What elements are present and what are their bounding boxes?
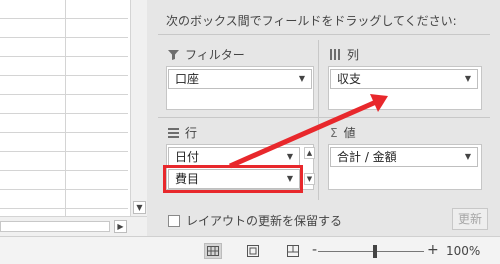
vertical-scrollbar[interactable]: ▼ <box>130 0 147 216</box>
scroll-down-button[interactable]: ▼ <box>133 201 146 214</box>
grid-view-icon <box>207 246 219 256</box>
defer-update-checkbox[interactable] <box>168 214 180 227</box>
page-break-view-button[interactable] <box>284 243 302 259</box>
horizontal-scroll-thumb[interactable] <box>0 221 110 232</box>
horizontal-scrollbar[interactable]: ▶ <box>0 216 147 236</box>
page-break-icon <box>287 245 299 257</box>
scroll-right-button[interactable]: ▶ <box>114 220 127 233</box>
zoom-slider-thumb[interactable] <box>373 245 377 258</box>
zoom-slider[interactable] <box>318 251 424 252</box>
pivot-field-pane: 次のボックス間でフィールドをドラッグしてください: フィルター 口座 ▼ 列 収… <box>148 0 500 236</box>
zoom-in-button[interactable]: + <box>427 243 439 257</box>
drag-arrow <box>228 94 388 169</box>
defer-update-label: レイアウトの更新を保留する <box>186 214 343 228</box>
update-button[interactable]: 更新 <box>452 208 488 230</box>
page-layout-view-button[interactable] <box>244 243 262 259</box>
normal-view-button[interactable] <box>204 243 222 259</box>
page-layout-icon <box>247 245 259 257</box>
zoom-level[interactable]: 100% <box>446 244 480 258</box>
worksheet-grid[interactable] <box>0 0 130 216</box>
cell-grid[interactable] <box>0 0 128 216</box>
defer-update-row[interactable]: レイアウトの更新を保留する <box>168 212 342 229</box>
zoom-out-button[interactable]: - <box>312 243 317 257</box>
status-bar: - + 100% <box>0 236 500 264</box>
